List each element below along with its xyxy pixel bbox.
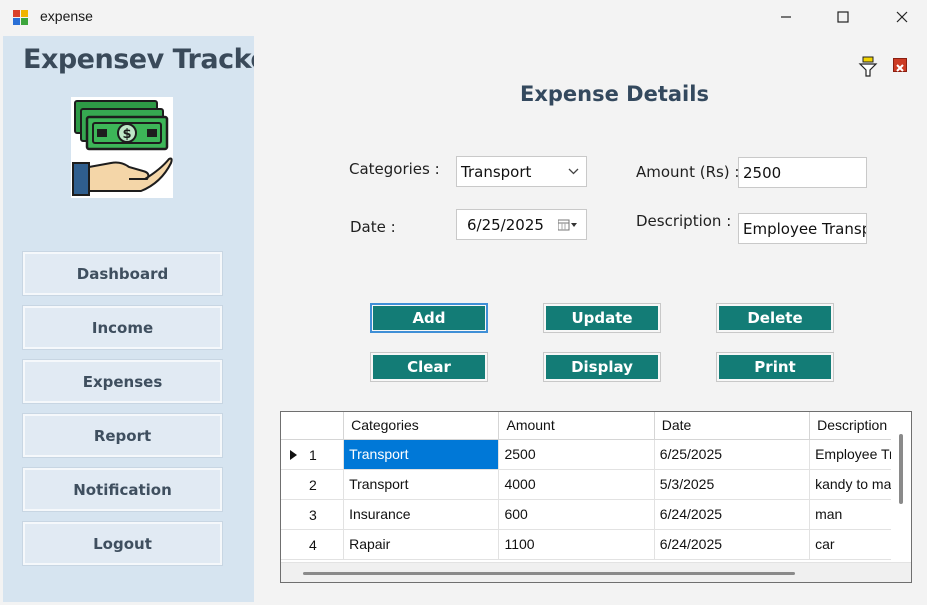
categories-select[interactable]: Transport — [456, 156, 587, 187]
delete-button[interactable]: Delete — [716, 303, 834, 333]
display-button[interactable]: Display — [543, 352, 661, 382]
table-row[interactable]: 3 Insurance 600 6/24/2025 man — [281, 499, 911, 530]
sidebar: Expensev Tracker $ Dashboard Income Expe… — [3, 36, 281, 602]
current-row-arrow-icon — [290, 449, 297, 460]
app-title: Expensev Tracker — [23, 44, 281, 75]
money-hand-icon: $ — [71, 97, 173, 198]
nav-dashboard-button[interactable]: Dashboard — [23, 252, 222, 295]
date-picker[interactable]: 6/25/2025 — [456, 209, 587, 240]
row-number: 4 — [309, 536, 317, 553]
row-number: 1 — [309, 446, 317, 463]
column-header-categories[interactable]: Categories — [343, 412, 500, 440]
close-x-icon[interactable] — [893, 58, 907, 72]
display-button-label: Display — [546, 355, 658, 379]
column-header-date[interactable]: Date — [654, 412, 811, 440]
row-header[interactable]: 3 — [281, 499, 345, 530]
description-label: Description : — [636, 212, 732, 230]
cell-category[interactable]: Rapair — [343, 529, 500, 560]
row-header[interactable]: 2 — [281, 469, 345, 500]
table-header-row: Categories Amount Date Description — [281, 412, 911, 440]
horizontal-scroll-thumb[interactable] — [303, 572, 795, 575]
cell-category[interactable]: Insurance — [343, 499, 500, 530]
update-button-label: Update — [546, 306, 658, 330]
amount-label: Amount (Rs) : — [636, 163, 740, 181]
table-row[interactable]: 2 Transport 4000 5/3/2025 kandy to ma — [281, 469, 911, 500]
horizontal-scrollbar[interactable] — [281, 562, 911, 582]
categories-label: Categories : — [349, 160, 440, 178]
cell-date[interactable]: 6/25/2025 — [654, 439, 811, 470]
cell-category[interactable]: Transport — [343, 439, 500, 470]
close-icon[interactable] — [879, 0, 925, 34]
vertical-scrollbar[interactable] — [891, 412, 911, 564]
title-bar[interactable]: expense — [0, 0, 927, 34]
minimize-icon[interactable] — [763, 0, 809, 34]
vertical-scroll-thumb[interactable] — [899, 434, 903, 504]
nav-report-button[interactable]: Report — [23, 414, 222, 457]
delete-button-label: Delete — [719, 306, 831, 330]
page-title: Expense Details — [520, 82, 709, 106]
nav-income-button[interactable]: Income — [23, 306, 222, 349]
table-row[interactable]: 1 Transport 2500 6/25/2025 Employee Tr — [281, 439, 911, 470]
filter-icon[interactable] — [858, 56, 878, 78]
add-button-label: Add — [373, 306, 485, 330]
row-number: 3 — [309, 506, 317, 523]
main-panel: Expense Details Categories : Transport A… — [254, 36, 927, 605]
amount-input[interactable]: 2500 — [738, 157, 867, 188]
date-label: Date : — [350, 218, 396, 236]
description-input[interactable]: Employee Transpo — [738, 213, 867, 244]
row-header[interactable]: 4 — [281, 529, 345, 560]
cell-amount[interactable]: 600 — [498, 499, 655, 530]
column-header-amount[interactable]: Amount — [498, 412, 655, 440]
expenses-grid[interactable]: Categories Amount Date Description 1 Tra… — [280, 411, 912, 583]
cell-date[interactable]: 6/24/2025 — [654, 499, 811, 530]
cell-amount[interactable]: 1100 — [498, 529, 655, 560]
svg-text:$: $ — [122, 127, 131, 142]
expense-window: expense Expensev Tracker $ Dashboard Inc… — [0, 0, 927, 605]
nav-logout-button[interactable]: Logout — [23, 522, 222, 565]
chevron-down-icon — [568, 168, 579, 175]
maximize-icon[interactable] — [820, 0, 866, 34]
cell-date[interactable]: 6/24/2025 — [654, 529, 811, 560]
window-title: expense — [40, 8, 93, 24]
row-header[interactable]: 1 — [281, 439, 345, 470]
add-button[interactable]: Add — [370, 303, 488, 333]
nav-notification-button[interactable]: Notification — [23, 468, 222, 511]
clear-button-label: Clear — [373, 355, 485, 379]
app-icon — [13, 9, 29, 25]
clear-button[interactable]: Clear — [370, 352, 488, 382]
cell-amount[interactable]: 2500 — [498, 439, 655, 470]
row-number: 2 — [309, 476, 317, 493]
update-button[interactable]: Update — [543, 303, 661, 333]
cell-amount[interactable]: 4000 — [498, 469, 655, 500]
categories-value: Transport — [461, 163, 532, 181]
date-value: 6/25/2025 — [467, 216, 544, 234]
calendar-icon — [558, 219, 577, 231]
cell-category[interactable]: Transport — [343, 469, 500, 500]
cell-date[interactable]: 5/3/2025 — [654, 469, 811, 500]
row-header-corner — [281, 412, 345, 440]
print-button[interactable]: Print — [716, 352, 834, 382]
nav-expenses-button[interactable]: Expenses — [23, 360, 222, 403]
table-row[interactable]: 4 Rapair 1100 6/24/2025 car — [281, 529, 911, 560]
expenses-table: Categories Amount Date Description 1 Tra… — [281, 412, 911, 560]
print-button-label: Print — [719, 355, 831, 379]
